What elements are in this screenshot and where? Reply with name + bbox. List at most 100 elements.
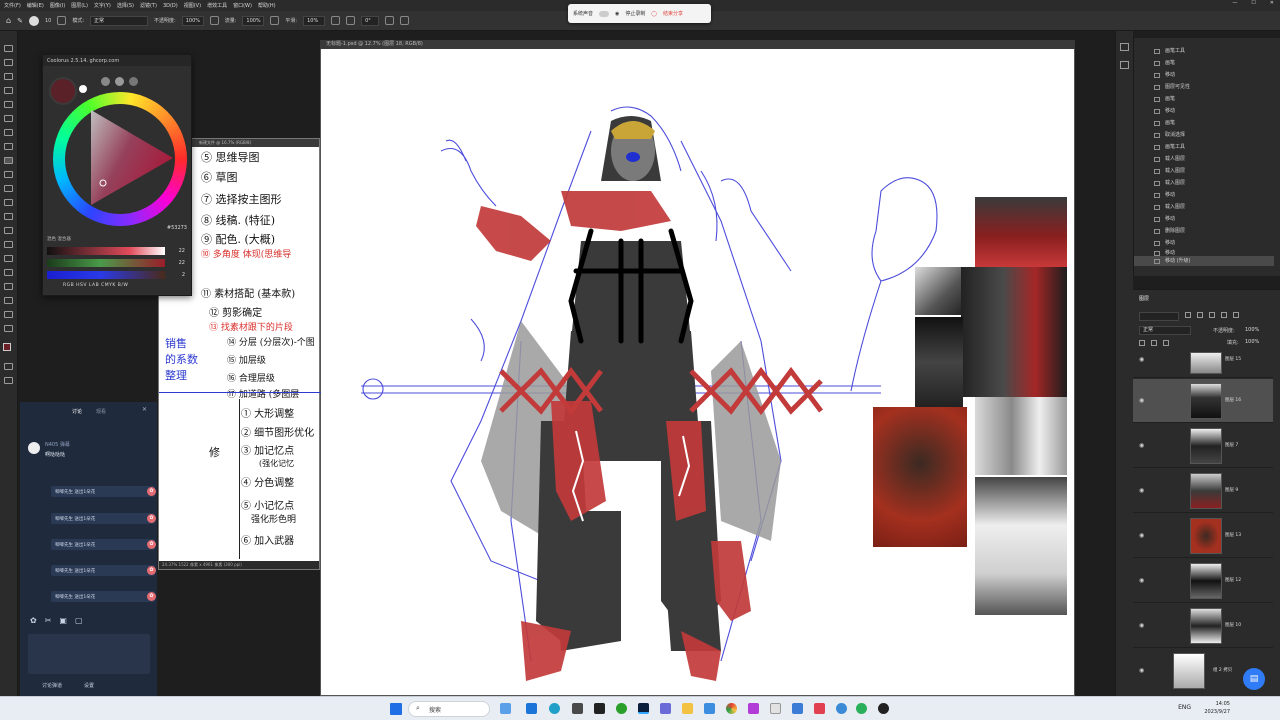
layers-tab[interactable]: 图层 xyxy=(1139,295,1149,302)
visibility-eye-icon[interactable]: ◉ xyxy=(1139,577,1144,584)
smooth-input[interactable]: 10% xyxy=(303,15,326,26)
photoshop-icon[interactable] xyxy=(638,703,649,714)
history-item[interactable]: 载人图层 xyxy=(1134,154,1274,164)
blend-mode-select[interactable]: 正常 xyxy=(1139,326,1191,335)
brush-settings-icon[interactable] xyxy=(57,16,67,25)
hex-value[interactable]: #53273 xyxy=(167,225,187,231)
menu-image[interactable]: 图像(I) xyxy=(50,2,65,9)
blue-slider-value[interactable]: 2 xyxy=(182,272,185,278)
move-tool-icon[interactable] xyxy=(4,45,13,52)
system-audio-toggle[interactable] xyxy=(599,10,610,17)
healing-tool-icon[interactable] xyxy=(4,143,13,150)
chat-settings[interactable]: 设置 xyxy=(84,682,94,689)
quick-mask-icon[interactable] xyxy=(4,363,13,370)
history-item[interactable]: 移动 xyxy=(1134,106,1274,116)
document-tab[interactable]: 无标题-1.psd @ 12.7% (图层 18, RGB/8) xyxy=(320,40,1075,49)
eyedropper-tool-icon[interactable] xyxy=(4,129,13,136)
layer-row[interactable]: ◉ 图层 15 xyxy=(1133,348,1273,378)
red-slider-value[interactable]: 22 xyxy=(179,248,185,254)
menu-type[interactable]: 文字(Y) xyxy=(94,2,111,9)
visibility-eye-icon[interactable]: ◉ xyxy=(1139,356,1144,363)
mode-select[interactable]: 正常 xyxy=(90,15,149,26)
fill-input[interactable]: 100% xyxy=(1245,339,1259,345)
history-item-selected[interactable]: 移动 (升级) xyxy=(1134,256,1274,266)
smoothing-options-icon[interactable] xyxy=(331,16,341,25)
stop-share-icon[interactable]: ◯ xyxy=(651,11,657,17)
screen-mode-icon[interactable] xyxy=(4,377,13,384)
xbox-icon[interactable] xyxy=(616,703,627,714)
blur-tool-icon[interactable] xyxy=(4,227,13,234)
color-preset-dots[interactable] xyxy=(101,77,138,86)
opacity-input[interactable]: 100% xyxy=(181,15,204,26)
blue-slider[interactable] xyxy=(47,271,165,279)
stop-share-button[interactable]: 结束分享 xyxy=(663,10,683,17)
minimize-icon[interactable]: — xyxy=(1232,0,1237,6)
scissors-icon[interactable]: ✂ xyxy=(45,616,52,625)
system-clock[interactable]: 14:05 2023/9/27 xyxy=(1204,700,1230,716)
history-item[interactable]: 移动 xyxy=(1134,238,1274,248)
taskbar-search[interactable]: 搜索 ⌕ xyxy=(408,701,490,717)
history-item[interactable]: 画笔 xyxy=(1134,118,1274,128)
layer-row[interactable]: ◉ 图层 13 xyxy=(1133,514,1273,558)
brush-tool-icon[interactable]: ✎ xyxy=(17,17,23,25)
layer-row[interactable]: ◉ 图层 12 xyxy=(1133,559,1273,603)
gradient-tool-icon[interactable] xyxy=(4,213,13,220)
pressure-opacity-icon[interactable] xyxy=(209,16,219,25)
visibility-eye-icon[interactable]: ◉ xyxy=(1139,487,1144,494)
adjustment-filter-icon[interactable] xyxy=(1197,312,1203,318)
gift-icon[interactable]: ✿ xyxy=(30,616,37,625)
layers-panel-icon[interactable] xyxy=(1120,61,1129,69)
app-icon[interactable] xyxy=(660,703,671,714)
app-icon[interactable] xyxy=(594,703,605,714)
history-item[interactable]: 载入图层 xyxy=(1134,202,1274,212)
picker-tabs[interactable]: 混色 混合器 xyxy=(47,236,71,242)
menu-filter[interactable]: 滤镜(T) xyxy=(140,2,157,9)
history-panel-icon[interactable] xyxy=(1120,43,1129,51)
close-icon[interactable]: ✕ xyxy=(1270,0,1274,6)
visibility-eye-icon[interactable]: ◉ xyxy=(1139,667,1144,674)
history-item[interactable]: 移动 xyxy=(1134,70,1274,80)
menu-view[interactable]: 视图(V) xyxy=(184,2,201,9)
shape-tool-icon[interactable] xyxy=(4,297,13,304)
layer-row[interactable]: ◉ 图层 7 xyxy=(1133,424,1273,468)
pause-record-button[interactable]: 停止录制 xyxy=(625,10,645,17)
app-icon[interactable] xyxy=(748,703,759,714)
app-icon[interactable] xyxy=(856,703,867,714)
history-item[interactable]: 删除图层 xyxy=(1134,226,1274,236)
home-icon[interactable]: ⌂ xyxy=(6,16,11,25)
layer-row[interactable]: ◉ 图层 9 xyxy=(1133,469,1273,513)
history-item[interactable]: 载入图层 xyxy=(1134,166,1274,176)
red-slider[interactable] xyxy=(47,247,165,255)
menu-help[interactable]: 帮助(H) xyxy=(258,2,276,9)
history-item[interactable]: 画笔 xyxy=(1134,58,1274,68)
chrome-icon[interactable] xyxy=(726,703,737,714)
history-item[interactable]: 移动 xyxy=(1134,214,1274,224)
image-icon[interactable]: ▣ xyxy=(59,616,67,625)
visibility-eye-icon[interactable]: ◉ xyxy=(1139,622,1144,629)
edge-icon[interactable] xyxy=(549,703,560,714)
start-icon[interactable] xyxy=(390,703,402,715)
history-item[interactable]: 画笔 xyxy=(1134,94,1274,104)
history-item[interactable]: 画笔工具 xyxy=(1134,142,1274,152)
history-item[interactable]: 载入图层 xyxy=(1134,178,1274,188)
frame-tool-icon[interactable] xyxy=(4,115,13,122)
previous-color-swatch[interactable] xyxy=(79,85,87,93)
smart-object-filter-icon[interactable] xyxy=(1233,312,1239,318)
shape-filter-icon[interactable] xyxy=(1221,312,1227,318)
menu-layer[interactable]: 图层(L) xyxy=(71,2,88,9)
chat-tab-discussion[interactable]: 讨论 xyxy=(72,408,82,415)
document-canvas[interactable] xyxy=(320,40,1075,696)
visibility-eye-icon[interactable]: ◉ xyxy=(1139,532,1144,539)
history-item[interactable]: 图层可见性 xyxy=(1134,82,1274,92)
dodge-tool-icon[interactable] xyxy=(4,241,13,248)
menu-select[interactable]: 选择(S) xyxy=(117,2,134,9)
history-item[interactable]: 移动 xyxy=(1134,190,1274,200)
history-item[interactable]: 取消选择 xyxy=(1134,130,1274,140)
menu-plugins[interactable]: 增效工具 xyxy=(207,2,227,9)
flow-input[interactable]: 100% xyxy=(242,15,265,26)
app-icon[interactable] xyxy=(704,703,715,714)
symmetry-icon[interactable] xyxy=(400,16,410,25)
color-mode-tabs[interactable]: RGB HSV LAB CMYK B/W xyxy=(63,283,128,288)
lock-pixels-icon[interactable] xyxy=(1139,340,1145,346)
menu-file[interactable]: 文件(F) xyxy=(4,2,21,9)
